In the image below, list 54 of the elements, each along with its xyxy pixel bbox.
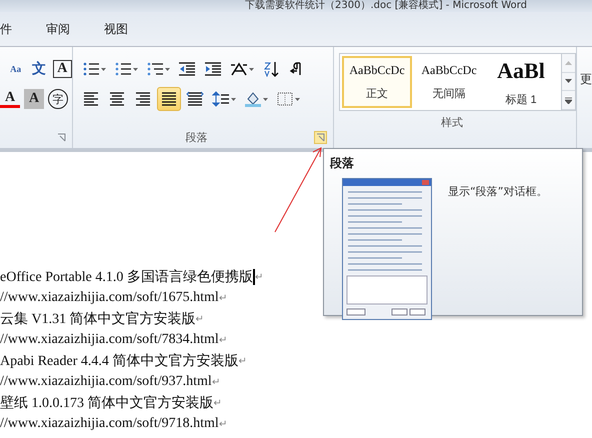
- font-tool-button[interactable]: 字: [48, 89, 68, 109]
- paragraph-mark: ↵: [196, 312, 204, 324]
- document-text-line: //www.xiazaizhijia.com/soft/937.html: [0, 374, 212, 390]
- font-tool-button[interactable]: Aa: [6, 59, 26, 79]
- dialog-launcher-icon[interactable]: [57, 132, 66, 142]
- tooltip-description: 显示“段落”对话框。: [448, 184, 548, 200]
- justify-icon: [160, 91, 178, 107]
- font-tool-button[interactable]: 文: [29, 59, 49, 79]
- paragraph-mark: ↵: [218, 418, 227, 430]
- up-icon: [565, 60, 572, 66]
- text-layout-icon: [230, 61, 248, 77]
- align-center-icon: [108, 91, 126, 107]
- group-label: 段落: [184, 130, 208, 144]
- style-item[interactable]: AaBbCcDc 正文: [342, 56, 412, 108]
- paragraph-mark: ↵: [238, 354, 246, 366]
- down-icon: [565, 79, 572, 84]
- change-styles-label[interactable]: 更: [580, 71, 592, 148]
- document-text-line: //www.xiazaizhijia.com/soft/7834.html: [0, 332, 219, 348]
- paragraph-mark: ↵: [214, 396, 222, 408]
- paragraph-mark: ↵: [254, 270, 263, 282]
- multilevel-list-icon: [146, 61, 164, 77]
- tooltip-title: 段落: [330, 155, 354, 172]
- group-label: 样式: [440, 114, 464, 130]
- increase-indent-icon: [204, 61, 222, 77]
- justify-button[interactable]: [157, 87, 181, 111]
- paint-bucket-icon: [244, 91, 262, 107]
- document-text-line: eOffice Portable 4.1.0 多国语言绿色便携版: [0, 268, 253, 286]
- ribbon-tab[interactable]: 审阅: [36, 18, 80, 40]
- ribbon-tab[interactable]: 视图: [94, 18, 138, 40]
- paragraph-mark: ↵: [218, 334, 227, 346]
- style-item[interactable]: AaBbCcDc 无间隔: [414, 56, 484, 108]
- sort-icon: [262, 61, 280, 77]
- line-spacing-icon: [212, 91, 230, 107]
- decrease-indent-icon: [178, 61, 196, 77]
- bulleted-list-icon: [82, 61, 100, 77]
- document-text-line: //www.xiazaizhijia.com/soft/9718.html: [0, 416, 219, 432]
- align-left-icon: [82, 91, 100, 107]
- paragraph-mark: ↵: [212, 376, 220, 388]
- align-right-icon: [134, 91, 152, 107]
- font-tool-button[interactable]: A: [52, 60, 72, 78]
- dialog-launcher-icon[interactable]: [314, 130, 327, 144]
- document-text-line: Apabi Reader 4.4.4 简体中文官方安装版: [0, 352, 238, 370]
- distribute-icon: [186, 91, 204, 107]
- font-tool-button[interactable]: A: [24, 89, 44, 109]
- ribbon-tab[interactable]: 件: [0, 18, 22, 40]
- font-tool-button[interactable]: A: [0, 90, 20, 108]
- document-text-line: //www.xiazaizhijia.com/soft/1675.html: [0, 290, 219, 306]
- document-text-line: 云集 V1.31 简体中文官方安装版: [0, 310, 196, 328]
- borders-icon: [276, 91, 294, 107]
- style-item[interactable]: AaBl 标题 1: [486, 56, 556, 108]
- document-text-line: 壁纸 1.0.0.173 简体中文官方安装版: [0, 394, 214, 412]
- paragraph-mark: ↵: [218, 292, 227, 304]
- expand-icon: [565, 96, 572, 104]
- numbered-list-icon: [114, 61, 132, 77]
